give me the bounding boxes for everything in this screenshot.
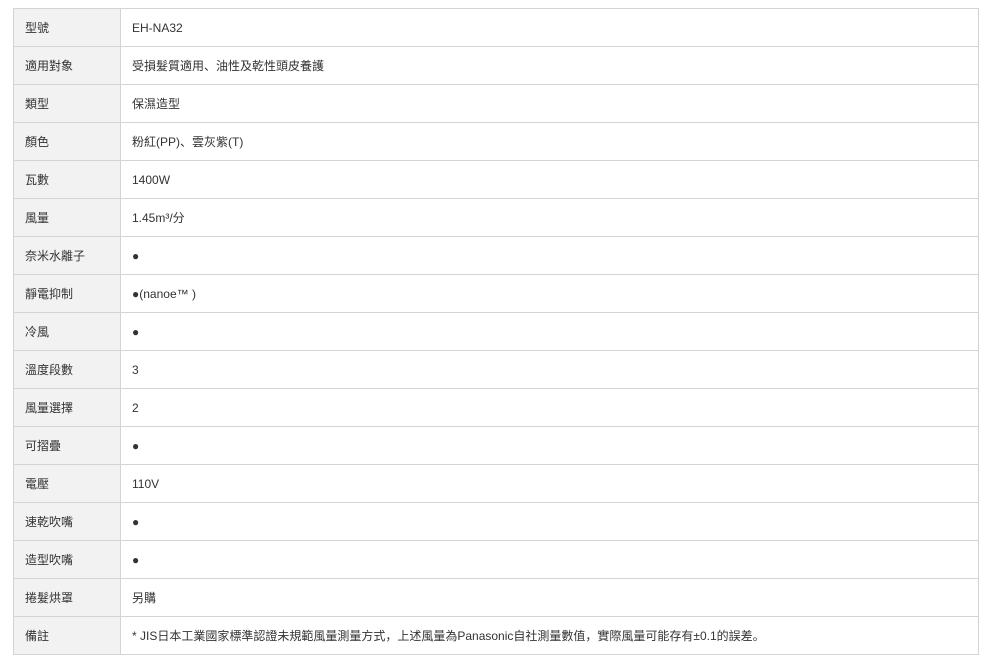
table-row: 風量選擇 2 <box>13 388 979 427</box>
spec-label: 速乾吹嘴 <box>13 502 121 541</box>
spec-label: 靜電抑制 <box>13 274 121 313</box>
spec-value: 受損髮質適用、油性及乾性頭皮養護 <box>120 46 979 85</box>
table-row: 可摺疊 ● <box>13 426 979 465</box>
table-row: 冷風 ● <box>13 312 979 351</box>
table-row: 型號 EH-NA32 <box>13 8 979 47</box>
spec-value: EH-NA32 <box>120 8 979 47</box>
spec-label: 冷風 <box>13 312 121 351</box>
spec-label: 型號 <box>13 8 121 47</box>
spec-label: 風量選擇 <box>13 388 121 427</box>
spec-table-container: 型號 EH-NA32 適用對象 受損髮質適用、油性及乾性頭皮養護 類型 保濕造型 顏色… <box>13 8 979 655</box>
spec-label: 風量 <box>13 198 121 237</box>
table-row: 適用對象 受損髮質適用、油性及乾性頭皮養護 <box>13 46 979 85</box>
spec-label: 適用對象 <box>13 46 121 85</box>
spec-table: 型號 EH-NA32 適用對象 受損髮質適用、油性及乾性頭皮養護 類型 保濕造型 顏色… <box>13 8 979 655</box>
table-row: 奈米水離子 ● <box>13 236 979 275</box>
spec-value: ● <box>120 502 979 541</box>
spec-table-body: 型號 EH-NA32 適用對象 受損髮質適用、油性及乾性頭皮養護 類型 保濕造型 顏色… <box>13 8 979 655</box>
spec-label: 造型吹嘴 <box>13 540 121 579</box>
spec-label: 類型 <box>13 84 121 123</box>
table-row: 風量 1.45m³/分 <box>13 198 979 237</box>
spec-value: ● <box>120 540 979 579</box>
spec-value: 另購 <box>120 578 979 617</box>
spec-value: 3 <box>120 350 979 389</box>
table-row: 靜電抑制 ●(nanoe™ ) <box>13 274 979 313</box>
spec-label: 電壓 <box>13 464 121 503</box>
spec-label: 溫度段數 <box>13 350 121 389</box>
table-row: 捲髮烘罩 另購 <box>13 578 979 617</box>
spec-label: 備註 <box>13 616 121 655</box>
spec-label: 瓦數 <box>13 160 121 199</box>
table-row: 備註 * JIS日本工業國家標準認證未規範風量測量方式，上述風量為Panasoni… <box>13 616 979 655</box>
spec-value: ● <box>120 426 979 465</box>
spec-value: 粉紅(PP)、雲灰紫(T) <box>120 122 979 161</box>
table-row: 顏色 粉紅(PP)、雲灰紫(T) <box>13 122 979 161</box>
spec-value: 2 <box>120 388 979 427</box>
spec-value: ● <box>120 236 979 275</box>
spec-value: 110V <box>120 464 979 503</box>
table-row: 造型吹嘴 ● <box>13 540 979 579</box>
spec-value: 保濕造型 <box>120 84 979 123</box>
table-row: 類型 保濕造型 <box>13 84 979 123</box>
table-row: 速乾吹嘴 ● <box>13 502 979 541</box>
spec-value: ● <box>120 312 979 351</box>
spec-label: 奈米水離子 <box>13 236 121 275</box>
spec-value: * JIS日本工業國家標準認證未規範風量測量方式，上述風量為Panasonic自… <box>120 616 979 655</box>
table-row: 溫度段數 3 <box>13 350 979 389</box>
spec-label: 捲髮烘罩 <box>13 578 121 617</box>
table-row: 電壓 110V <box>13 464 979 503</box>
spec-value: ●(nanoe™ ) <box>120 274 979 313</box>
spec-value: 1.45m³/分 <box>120 198 979 237</box>
table-row: 瓦數 1400W <box>13 160 979 199</box>
spec-value: 1400W <box>120 160 979 199</box>
spec-label: 可摺疊 <box>13 426 121 465</box>
spec-label: 顏色 <box>13 122 121 161</box>
